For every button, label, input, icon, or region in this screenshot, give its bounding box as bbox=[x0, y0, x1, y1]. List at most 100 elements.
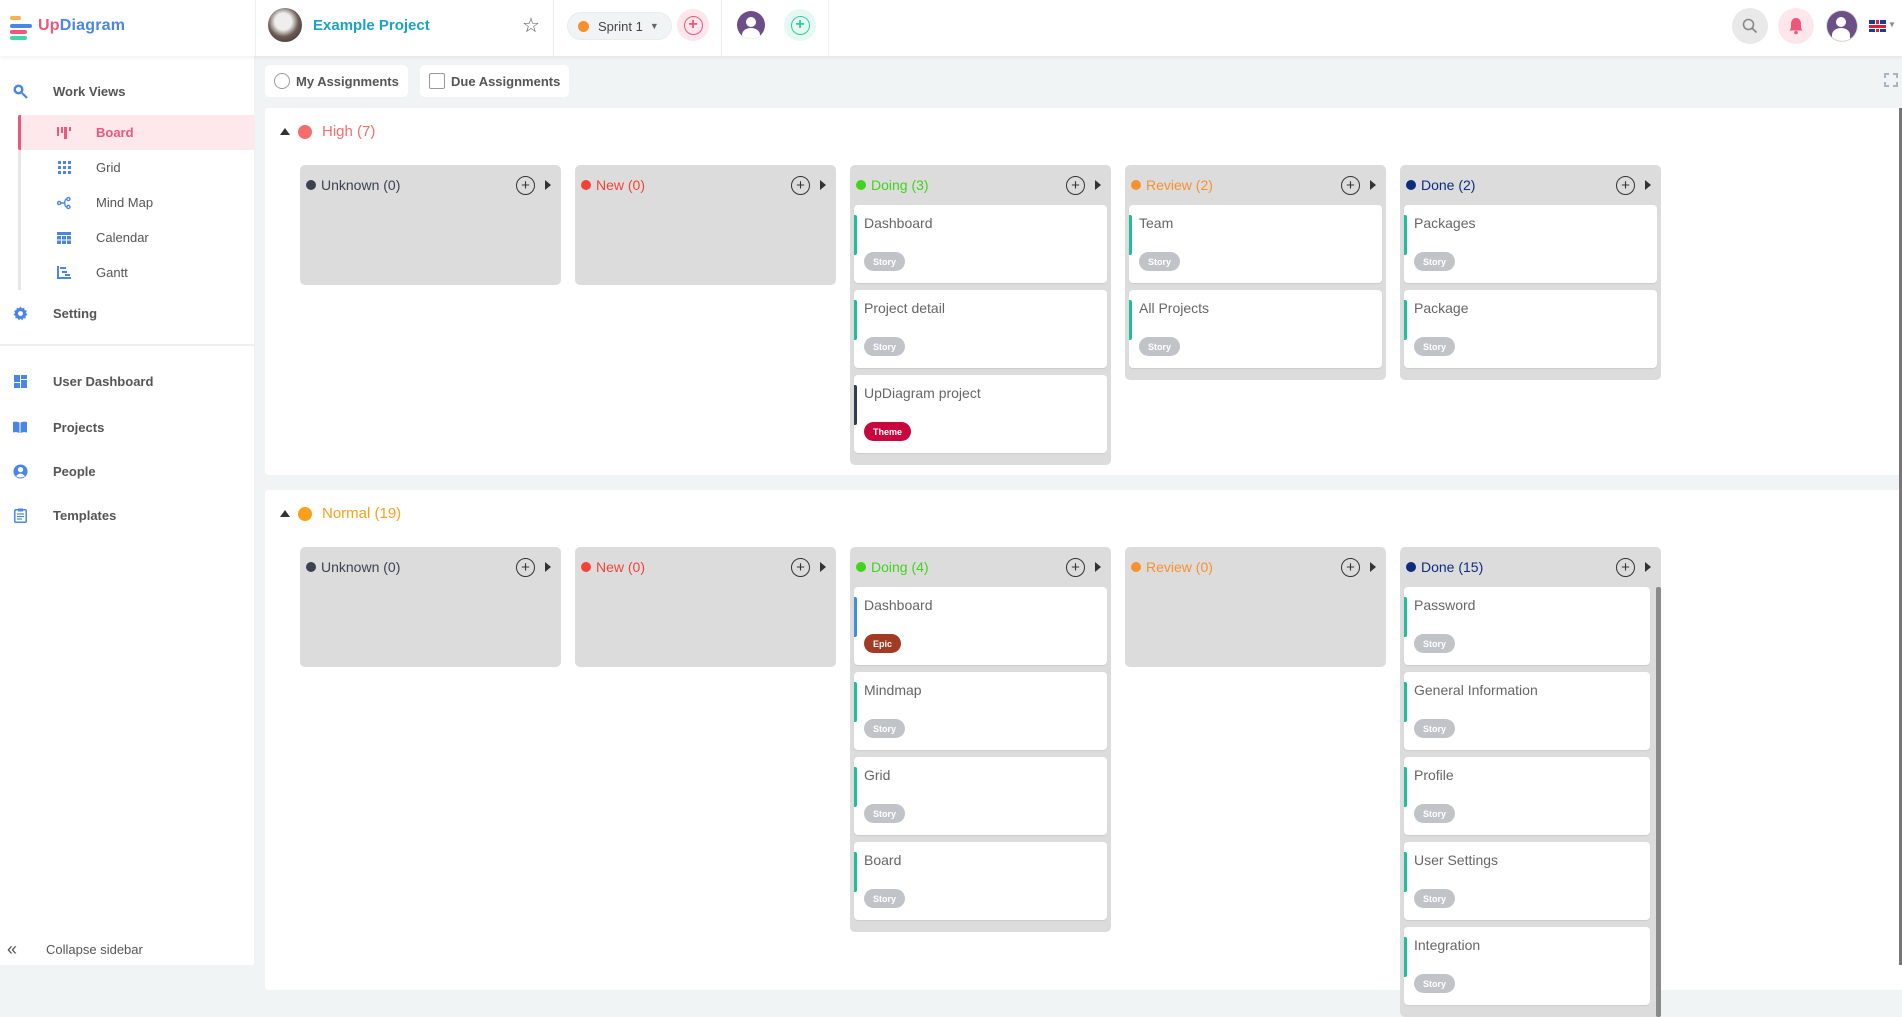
sidebar-item-grid[interactable]: Grid bbox=[21, 150, 255, 185]
add-card-icon[interactable]: + bbox=[1616, 176, 1635, 195]
card-title: UpDiagram project bbox=[864, 385, 981, 401]
project-member-avatar[interactable] bbox=[735, 9, 767, 41]
project-selector[interactable]: Example Project bbox=[268, 8, 430, 42]
expand-arrow-icon[interactable] bbox=[545, 562, 551, 572]
task-card[interactable]: General Information Story bbox=[1404, 672, 1650, 750]
account-menu-button[interactable] bbox=[1824, 8, 1860, 44]
sidebar: Work Views Board Grid Mind Map Calendar … bbox=[0, 56, 255, 965]
board-column-unknown: Unknown (0) + bbox=[300, 547, 561, 667]
status-dot bbox=[306, 180, 316, 190]
status-dot bbox=[1406, 180, 1416, 190]
task-card[interactable]: Dashboard Epic bbox=[854, 587, 1107, 665]
add-card-icon[interactable]: + bbox=[791, 176, 810, 195]
board-column-doing: Doing (3) + Dashboard Story Project deta… bbox=[850, 165, 1111, 465]
calendar-clock-icon bbox=[429, 73, 445, 89]
card-title: Password bbox=[1414, 597, 1476, 613]
add-card-icon[interactable]: + bbox=[1066, 558, 1085, 577]
expand-arrow-icon[interactable] bbox=[1645, 180, 1651, 190]
sidebar-label: People bbox=[53, 463, 96, 479]
column-title: Doing (4) bbox=[871, 559, 929, 575]
expand-arrow-icon[interactable] bbox=[820, 562, 826, 572]
add-card-icon[interactable]: + bbox=[1066, 176, 1085, 195]
add-member-button[interactable]: + bbox=[784, 9, 816, 41]
star-icon[interactable]: ☆ bbox=[522, 13, 540, 38]
task-card[interactable]: Integration Story bbox=[1404, 927, 1650, 1005]
empty-column-area bbox=[579, 587, 832, 662]
task-card[interactable]: Project detail Story bbox=[854, 290, 1107, 368]
sidebar-item-projects[interactable]: Projects bbox=[0, 412, 255, 442]
collapse-triangle-icon bbox=[280, 510, 290, 517]
add-card-icon[interactable]: + bbox=[1341, 176, 1360, 195]
add-card-icon[interactable]: + bbox=[516, 176, 535, 195]
due-assignments-button[interactable]: Due Assignments bbox=[420, 65, 570, 97]
app-logo[interactable]: UpDiagram bbox=[10, 14, 125, 40]
expand-arrow-icon[interactable] bbox=[1095, 562, 1101, 572]
empty-column-area bbox=[304, 205, 557, 280]
my-assignments-button[interactable]: My Assignments bbox=[265, 65, 408, 97]
expand-arrow-icon[interactable] bbox=[1370, 180, 1376, 190]
add-card-icon[interactable]: + bbox=[1341, 558, 1360, 577]
uk-flag-icon[interactable] bbox=[1869, 20, 1886, 32]
sprint-dropdown[interactable]: Sprint 1 ▼ bbox=[567, 12, 672, 40]
sidebar-item-work-views[interactable]: Work Views bbox=[0, 76, 255, 106]
clipboard-icon bbox=[12, 507, 28, 523]
double-chevron-left-icon: « bbox=[7, 939, 18, 959]
task-card[interactable]: Mindmap Story bbox=[854, 672, 1107, 750]
empty-column-area bbox=[579, 205, 832, 280]
card-type-tag: Story bbox=[1414, 804, 1456, 823]
sidebar-item-gantt[interactable]: Gantt bbox=[21, 255, 255, 290]
expand-arrow-icon[interactable] bbox=[1645, 562, 1651, 572]
sidebar-item-user-dashboard[interactable]: User Dashboard bbox=[0, 366, 255, 396]
expand-arrow-icon[interactable] bbox=[1370, 562, 1376, 572]
gear-icon bbox=[12, 305, 28, 321]
section-toggle[interactable]: High (7) bbox=[280, 123, 375, 140]
board-column-done: Done (2) + Packages Story Package Story bbox=[1400, 165, 1661, 380]
expand-arrow-icon[interactable] bbox=[1095, 180, 1101, 190]
task-card[interactable]: All Projects Story bbox=[1129, 290, 1382, 368]
task-card[interactable]: Password Story bbox=[1404, 587, 1650, 665]
sidebar-item-people[interactable]: People bbox=[0, 456, 255, 486]
task-card[interactable]: Packages Story bbox=[1404, 205, 1657, 283]
collapse-sidebar-label: Collapse sidebar bbox=[46, 942, 143, 957]
add-card-icon[interactable]: + bbox=[516, 558, 535, 577]
section-title: Normal (19) bbox=[322, 505, 402, 522]
sidebar-item-board[interactable]: Board bbox=[18, 115, 255, 150]
section-toggle[interactable]: Normal (19) bbox=[280, 505, 401, 522]
board-column-doing: Doing (4) + Dashboard Epic Mindmap Story… bbox=[850, 547, 1111, 932]
sidebar-item-calendar[interactable]: Calendar bbox=[21, 220, 255, 255]
add-card-icon[interactable]: + bbox=[791, 558, 810, 577]
card-type-tag: Story bbox=[864, 719, 906, 738]
project-name: Example Project bbox=[313, 16, 430, 34]
sidebar-item-setting[interactable]: Setting bbox=[0, 298, 255, 328]
task-card[interactable]: Grid Story bbox=[854, 757, 1107, 835]
card-type-tag: Story bbox=[864, 337, 906, 356]
column-scrollbar[interactable] bbox=[1656, 587, 1661, 1017]
task-card[interactable]: UpDiagram project Theme bbox=[854, 375, 1107, 453]
notifications-button[interactable] bbox=[1778, 8, 1814, 44]
expand-arrow-icon[interactable] bbox=[545, 180, 551, 190]
board-column-new: New (0) + bbox=[575, 547, 836, 667]
task-card[interactable]: Package Story bbox=[1404, 290, 1657, 368]
card-type-tag: Story bbox=[864, 804, 906, 823]
card-type-bar bbox=[1404, 937, 1407, 977]
add-card-icon[interactable]: + bbox=[1616, 558, 1635, 577]
sidebar-item-templates[interactable]: Templates bbox=[0, 500, 255, 530]
task-card[interactable]: Dashboard Story bbox=[854, 205, 1107, 283]
task-card[interactable]: Profile Story bbox=[1404, 757, 1650, 835]
search-button[interactable] bbox=[1732, 8, 1768, 44]
column-header: Review (2) + bbox=[1129, 165, 1382, 205]
collapse-sidebar-button[interactable]: « Collapse sidebar bbox=[7, 939, 143, 960]
priority-section: High (7) Unknown (0) + New (0) + Doing (… bbox=[265, 108, 1902, 475]
task-card[interactable]: Team Story bbox=[1129, 205, 1382, 283]
column-header: Unknown (0) + bbox=[304, 547, 557, 587]
column-header: Done (15) + bbox=[1404, 547, 1657, 587]
task-card[interactable]: User Settings Story bbox=[1404, 842, 1650, 920]
card-title: Dashboard bbox=[864, 215, 933, 231]
card-type-bar bbox=[854, 215, 857, 255]
expand-arrow-icon[interactable] bbox=[820, 180, 826, 190]
fullscreen-icon[interactable] bbox=[1884, 73, 1898, 87]
sidebar-item-mind-map[interactable]: Mind Map bbox=[21, 185, 255, 220]
task-card[interactable]: Board Story bbox=[854, 842, 1107, 920]
add-sprint-button[interactable]: + bbox=[677, 9, 709, 41]
language-caret-icon[interactable]: ▼ bbox=[1888, 20, 1896, 29]
